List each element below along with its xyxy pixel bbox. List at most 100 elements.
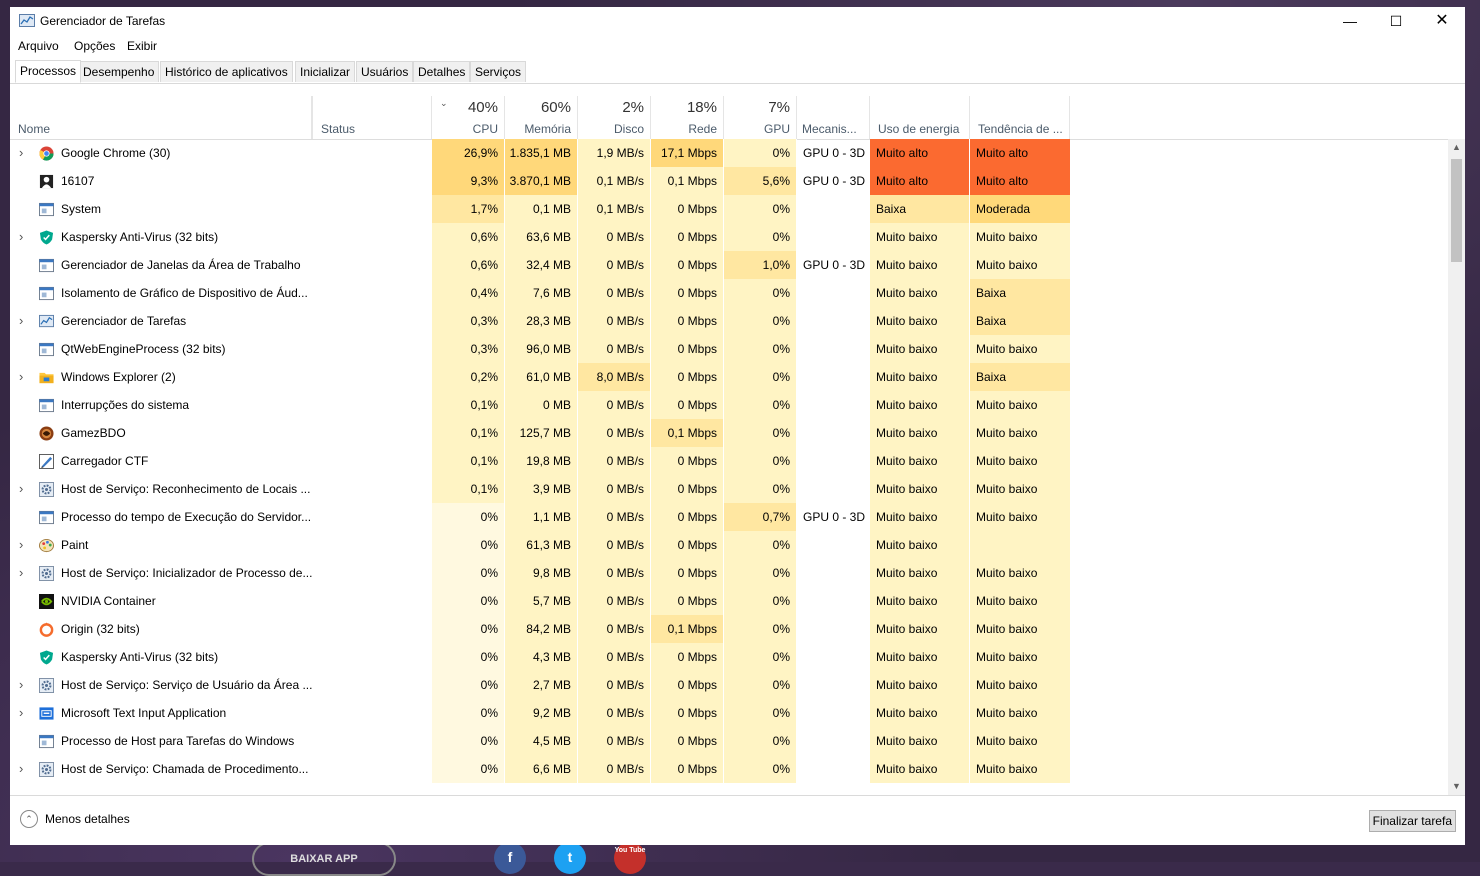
power-usage-cell: Muito baixo	[870, 307, 970, 335]
table-row[interactable]: System 1,7% 0,1 MB 0,1 MB/s 0 Mbps 0% Baixa Mod…	[10, 195, 1070, 223]
process-name: GamezBDO	[61, 426, 126, 440]
game-icon	[39, 174, 54, 189]
gpu-cell: 0%	[724, 699, 797, 727]
power-trend-cell: Baixa	[970, 307, 1070, 335]
expand-chevron-icon[interactable]: ›	[19, 699, 23, 727]
table-row[interactable]: Processo do tempo de Execução do Servido…	[10, 503, 1070, 531]
table-row[interactable]: › Windows Explorer (2) 0,2% 61,0 MB 8,0 MB/s…	[10, 363, 1070, 391]
expand-chevron-icon[interactable]: ›	[19, 475, 23, 503]
table-row[interactable]: › Kaspersky Anti-Virus (32 bits) 0,6% 63,6 …	[10, 223, 1070, 251]
expand-chevron-icon[interactable]: ›	[19, 531, 23, 559]
network-cell: 0 Mbps	[651, 223, 724, 251]
tab-bar: Processos Desempenho Histórico de aplica…	[10, 60, 1465, 84]
table-row[interactable]: NVIDIA Container 0% 5,7 MB 0 MB/s 0 Mbps 0% Mu…	[10, 587, 1070, 615]
expand-chevron-icon[interactable]: ›	[19, 223, 23, 251]
disk-cell: 0 MB/s	[578, 307, 651, 335]
network-cell: 0 Mbps	[651, 531, 724, 559]
twitter-icon[interactable]: t	[554, 842, 586, 874]
youtube-icon[interactable]: You Tube	[614, 842, 646, 874]
table-row[interactable]: Isolamento de Gráfico de Dispositivo de …	[10, 279, 1070, 307]
collapse-chevron-icon[interactable]: ⌃	[20, 810, 38, 828]
table-row[interactable]: QtWebEngineProcess (32 bits) 0,3% 96,0 MB 0…	[10, 335, 1070, 363]
disk-cell: 0,1 MB/s	[578, 167, 651, 195]
maximize-button[interactable]: ☐	[1373, 7, 1419, 35]
tab-desempenho[interactable]: Desempenho	[78, 61, 160, 82]
expand-chevron-icon[interactable]: ›	[19, 559, 23, 587]
gpu-cell: 0%	[724, 727, 797, 755]
header-gpu-engine[interactable]: Mecanis...	[797, 96, 870, 139]
close-button[interactable]: ✕	[1419, 7, 1465, 35]
facebook-icon[interactable]: f	[494, 842, 526, 874]
memory-cell: 3,9 MB	[505, 475, 578, 503]
table-row[interactable]: › Paint 0% 61,3 MB 0 MB/s 0 Mbps 0% Muito baixo	[10, 531, 1070, 559]
header-memory[interactable]: 60% Memória	[505, 96, 578, 139]
less-details-link[interactable]: Menos detalhes	[45, 812, 130, 826]
download-app-button[interactable]: BAIXAR APP	[252, 842, 396, 876]
memory-cell: 19,8 MB	[505, 447, 578, 475]
tab-historico[interactable]: Histórico de aplicativos	[160, 61, 293, 82]
memory-cell: 84,2 MB	[505, 615, 578, 643]
expand-chevron-icon[interactable]: ›	[19, 307, 23, 335]
scroll-down-arrow-icon[interactable]: ▼	[1448, 778, 1465, 795]
network-cell: 0 Mbps	[651, 475, 724, 503]
menu-exibir[interactable]: Exibir	[127, 39, 157, 53]
tab-usuarios[interactable]: Usuários	[356, 61, 414, 82]
scroll-thumb[interactable]	[1451, 159, 1462, 262]
table-row[interactable]: › Host de Serviço: Serviço de Usuário da …	[10, 671, 1070, 699]
end-task-button[interactable]: Finalizar tarefa	[1368, 810, 1456, 832]
expand-chevron-icon[interactable]: ›	[19, 755, 23, 783]
power-usage-cell: Muito baixo	[870, 223, 970, 251]
disk-cell: 0 MB/s	[578, 755, 651, 783]
gear-icon	[39, 566, 54, 581]
table-row[interactable]: › Host de Serviço: Chamada de Procediment…	[10, 755, 1070, 783]
header-cpu-label: CPU	[472, 122, 498, 136]
header-disk[interactable]: 2% Disco	[578, 96, 651, 139]
table-row[interactable]: Carregador CTF 0,1% 19,8 MB 0 MB/s 0 Mbps 0% M…	[10, 447, 1070, 475]
table-row[interactable]: › Host de Serviço: Reconhecimento de Loca…	[10, 475, 1070, 503]
table-row[interactable]: Processo de Host para Tarefas do Windows…	[10, 727, 1070, 755]
header-gpu[interactable]: 7% GPU	[724, 96, 797, 139]
table-row[interactable]: Gerenciador de Janelas da Área de Trabal…	[10, 251, 1070, 279]
table-row[interactable]: GamezBDO 0,1% 125,7 MB 0 MB/s 0,1 Mbps 0% Muit…	[10, 419, 1070, 447]
power-usage-cell: Muito baixo	[870, 727, 970, 755]
header-power-trend[interactable]: Tendência de ...	[970, 96, 1070, 139]
power-usage-cell: Muito baixo	[870, 419, 970, 447]
header-cpu[interactable]: ⌄ 40% CPU	[432, 96, 505, 139]
shield-icon	[39, 650, 54, 665]
gpu-engine-cell	[797, 419, 870, 447]
header-network[interactable]: 18% Rede	[651, 96, 724, 139]
table-row[interactable]: › Google Chrome (30) 26,9% 1.835,1 MB 1,9 MB…	[10, 139, 1070, 167]
minimize-button[interactable]: —	[1327, 7, 1373, 35]
header-mem-pct: 60%	[540, 99, 571, 116]
power-trend-cell: Muito baixo	[970, 419, 1070, 447]
gpu-engine-cell: GPU 0 - 3D	[803, 174, 866, 188]
power-trend-cell: Muito baixo	[970, 391, 1070, 419]
vertical-scrollbar[interactable]: ▲ ▼	[1448, 139, 1465, 795]
table-row[interactable]: › Microsoft Text Input Application 0% 9,2 M…	[10, 699, 1070, 727]
tab-detalhes[interactable]: Detalhes	[413, 61, 471, 82]
header-name[interactable]: Nome	[10, 96, 312, 139]
cpu-cell: 0,1%	[432, 391, 505, 419]
table-row[interactable]: 16107 9,3% 3.870,1 MB 0,1 MB/s 0,1 Mbps 5,6% G…	[10, 167, 1070, 195]
gpu-cell: 0%	[724, 223, 797, 251]
expand-chevron-icon[interactable]: ›	[19, 139, 23, 167]
header-power[interactable]: Uso de energia	[870, 96, 970, 139]
table-row[interactable]: Interrupções do sistema 0,1% 0 MB 0 MB/s 0 M…	[10, 391, 1070, 419]
table-row[interactable]: › Host de Serviço: Inicializador de Proce…	[10, 559, 1070, 587]
power-usage-cell: Muito baixo	[870, 531, 970, 559]
table-row[interactable]: Origin (32 bits) 0% 84,2 MB 0 MB/s 0,1 Mbps 0…	[10, 615, 1070, 643]
header-name-label: Nome	[18, 122, 51, 136]
menu-arquivo[interactable]: Arquivo	[18, 39, 59, 53]
tab-inicializar[interactable]: Inicializar	[295, 61, 356, 82]
expand-chevron-icon[interactable]: ›	[19, 671, 23, 699]
gpu-engine-cell	[797, 195, 870, 223]
tab-processos[interactable]: Processos	[15, 60, 82, 83]
table-row[interactable]: › Gerenciador de Tarefas 0,3% 28,3 MB 0 MB/s…	[10, 307, 1070, 335]
power-usage-cell: Muito baixo	[870, 363, 970, 391]
tab-servicos[interactable]: Serviços	[470, 61, 527, 82]
scroll-up-arrow-icon[interactable]: ▲	[1448, 139, 1465, 156]
table-row[interactable]: Kaspersky Anti-Virus (32 bits) 0% 4,3 MB 0 …	[10, 643, 1070, 671]
expand-chevron-icon[interactable]: ›	[19, 363, 23, 391]
menu-opcoes[interactable]: Opções	[74, 39, 115, 53]
header-status[interactable]: Status	[312, 96, 432, 139]
